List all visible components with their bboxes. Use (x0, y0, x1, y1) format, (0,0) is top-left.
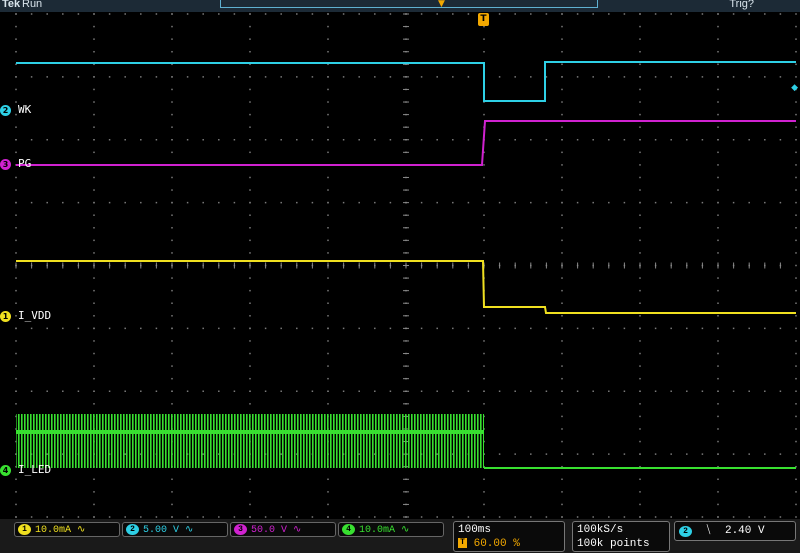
ch2-label: WK (18, 103, 32, 116)
trigger-level-value: 2.40 V (724, 525, 765, 537)
ch1-scale: 10.0mA (35, 525, 72, 536)
waveform-display (15, 13, 797, 519)
ch4-scale: 10.0mA (359, 525, 396, 536)
ch1-label: I_VDD (18, 309, 52, 322)
trigger-position-marker[interactable]: T (478, 13, 489, 26)
ch3-number: 3 (234, 524, 247, 535)
trigger-position-value: 60.00 % (473, 538, 520, 550)
timebase-value: 100ms (458, 524, 492, 536)
ch4-scale-readout[interactable]: 4 10.0mA ∿ (338, 522, 444, 537)
ch3-label: PG (18, 157, 32, 170)
ch3-scale-readout[interactable]: 3 50.0 V ∿ (230, 522, 336, 537)
ch2-scale-readout[interactable]: 2 5.00 V ∿ (122, 522, 228, 537)
ch1-number: 1 (18, 524, 31, 535)
ch4-bandwidth-icon: ∿ (401, 525, 410, 536)
ch4-number: 4 (342, 524, 355, 535)
ch3-bandwidth-icon: ∿ (293, 525, 302, 536)
ch1-scale-readout[interactable]: 1 10.0mA ∿ (14, 522, 120, 537)
acquisition-readout[interactable]: 100kS/s 100k points (572, 521, 670, 552)
ch2-scale: 5.00 V (143, 525, 180, 536)
ch1-bandwidth-icon: ∿ (77, 525, 86, 536)
trigger-source-number: 2 (679, 526, 692, 537)
timebase-readout[interactable]: 100ms T 60.00 % (453, 521, 565, 552)
trigger-readout[interactable]: 2 ⧹ 2.40 V (674, 521, 796, 541)
ch3-ground-marker[interactable]: 3 (0, 159, 11, 170)
ch1-ground-marker[interactable]: 1 (0, 311, 11, 322)
ch3-scale: 50.0 V (251, 525, 288, 536)
ch2-bandwidth-icon: ∿ (185, 525, 194, 536)
record-length: 100k points (577, 538, 650, 550)
trigger-level-marker[interactable]: ◆ (791, 83, 798, 93)
falling-edge-icon: ⧹ (706, 525, 711, 537)
ch4-label: I_LED (18, 463, 52, 476)
sample-rate: 100kS/s (577, 524, 624, 536)
ch2-number: 2 (126, 524, 139, 535)
waveform-ch4-burst (16, 414, 484, 468)
ch2-ground-marker[interactable]: 2 (0, 105, 11, 116)
trigger-position-icon: T (458, 538, 467, 549)
ch4-ground-marker[interactable]: 4 (0, 465, 11, 476)
